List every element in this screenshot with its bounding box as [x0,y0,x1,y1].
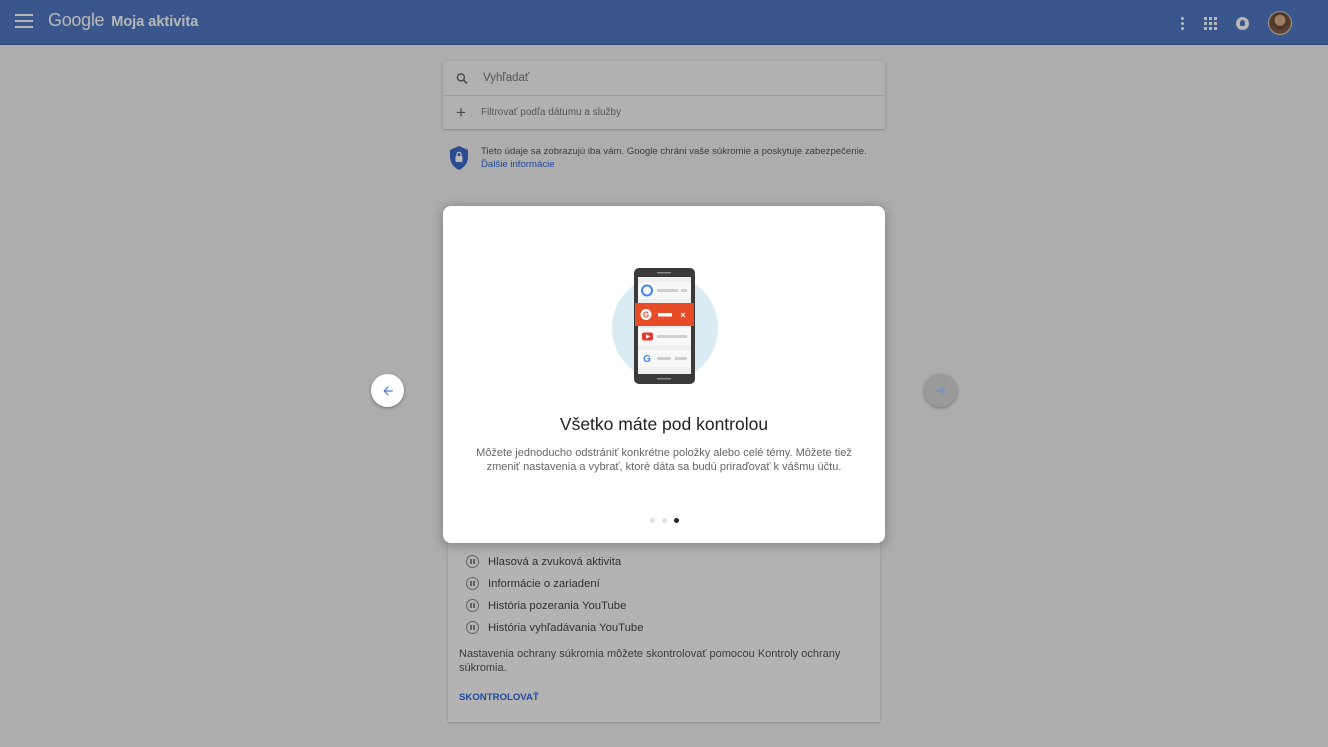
svg-text:G: G [643,311,649,320]
onboarding-dialog: G × G Všetko máte pod kontrolou Môžete j… [443,206,885,543]
page-dot-1[interactable] [650,518,655,523]
page-dot-3[interactable] [674,518,679,523]
dialog-description: Môžete jednoducho odstrániť konkrétne po… [476,447,852,473]
pagination-dots [650,518,679,523]
page-dot-2[interactable] [662,518,667,523]
next-slide-button[interactable] [924,374,957,407]
arrow-back-icon [382,385,393,396]
svg-text:×: × [680,310,685,320]
svg-text:G: G [643,354,651,365]
arrow-forward-icon [935,385,946,396]
previous-slide-button[interactable] [371,374,404,407]
phone-illustration: G × G [612,268,718,384]
dialog-title: Všetko máte pod kontrolou [559,414,769,434]
